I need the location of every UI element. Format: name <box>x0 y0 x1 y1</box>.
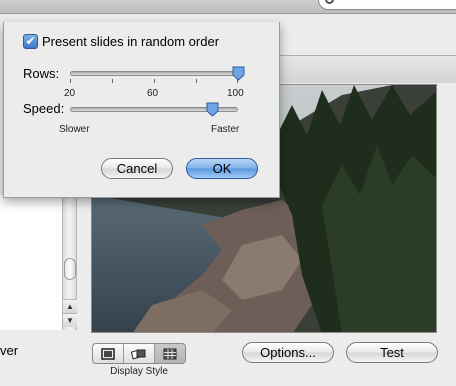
window-toolbar <box>0 0 456 14</box>
random-order-checkbox[interactable]: ✔ <box>23 34 38 49</box>
scroll-thumb[interactable] <box>64 258 76 280</box>
display-style-control[interactable] <box>92 343 186 364</box>
collage-icon[interactable] <box>124 344 155 363</box>
single-image-icon[interactable] <box>93 344 124 363</box>
screensaver-list[interactable] <box>0 195 64 330</box>
speed-max-label: Faster <box>211 124 240 135</box>
rows-tick <box>70 79 71 83</box>
rows-slider[interactable] <box>70 71 238 76</box>
test-button[interactable]: Test <box>346 342 438 363</box>
preview-header <box>268 55 456 83</box>
rows-tick <box>154 79 155 83</box>
options-button[interactable]: Options... <box>242 342 334 363</box>
scroll-down-arrow[interactable]: ▼ <box>63 313 77 327</box>
speed-min-label: Slower <box>59 124 90 135</box>
random-order-checkbox-row[interactable]: ✔ Present slides in random order <box>23 34 219 49</box>
ok-button[interactable]: OK <box>186 158 258 179</box>
display-style-label: Display Style <box>110 366 168 377</box>
cancel-button[interactable]: Cancel <box>101 158 173 179</box>
search-icon <box>325 0 334 4</box>
random-order-label: Present slides in random order <box>42 34 220 49</box>
mosaic-grid-icon[interactable] <box>155 344 185 363</box>
list-item-label: ver <box>0 343 19 358</box>
rows-slider-thumb[interactable] <box>232 66 245 81</box>
scroll-up-arrow[interactable]: ▲ <box>63 299 77 313</box>
list-scrollbar[interactable]: ▲ ▼ <box>62 195 77 330</box>
mosaic-options-sheet: ✔ Present slides in random order Rows: 2… <box>3 22 280 198</box>
search-field[interactable] <box>318 0 456 10</box>
rows-max-label: 100 <box>227 88 244 99</box>
rows-min-label: 20 <box>64 88 76 99</box>
rows-tick <box>196 79 197 83</box>
speed-label: Speed: <box>23 101 65 116</box>
rows-tick <box>112 79 113 83</box>
speed-slider-thumb[interactable] <box>206 102 219 117</box>
rows-label: Rows: <box>23 66 60 81</box>
rows-mid-label: 60 <box>147 88 159 99</box>
